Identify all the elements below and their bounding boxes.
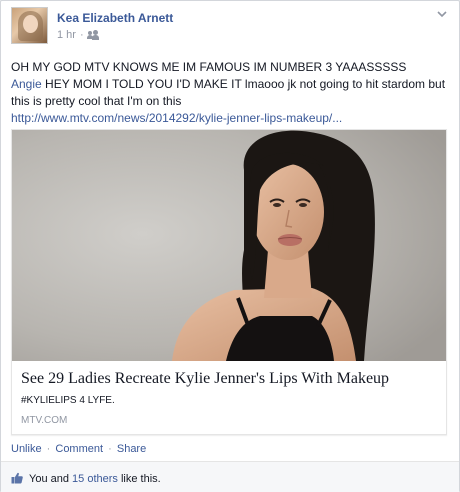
tagged-friend-link[interactable]: Angie bbox=[11, 77, 42, 91]
action-separator: · bbox=[108, 443, 112, 455]
attachment-source: MTV.COM bbox=[21, 415, 68, 426]
post-header: Kea Elizabeth Arnett 1 hr · bbox=[11, 7, 451, 47]
author-avatar[interactable] bbox=[11, 7, 48, 44]
friends-privacy-icon[interactable] bbox=[86, 30, 99, 40]
link-attachment[interactable]: See 29 Ladies Recreate Kylie Jenner's Li… bbox=[11, 129, 447, 435]
likes-prefix: You and bbox=[29, 473, 73, 485]
comment-link[interactable]: Comment bbox=[55, 443, 103, 455]
post-meta: 1 hr · bbox=[57, 29, 99, 41]
likes-summary: You and 15 others like this. bbox=[1, 461, 459, 492]
avatar-face bbox=[23, 15, 38, 33]
shared-link-url[interactable]: http://www.mtv.com/news/2014292/kylie-je… bbox=[11, 111, 342, 125]
author-name[interactable]: Kea Elizabeth Arnett bbox=[57, 11, 173, 25]
chevron-down-icon[interactable] bbox=[435, 7, 449, 21]
likes-suffix: like this. bbox=[117, 473, 161, 485]
meta-separator: · bbox=[79, 29, 84, 41]
news-feed-post: Kea Elizabeth Arnett 1 hr · OH MY GOD MT… bbox=[0, 0, 460, 492]
attachment-description: #KYLIELIPS 4 LYFE. bbox=[21, 395, 115, 406]
woman-portrait-image bbox=[12, 130, 446, 361]
others-likes-link[interactable]: 15 others bbox=[72, 473, 118, 485]
post-actions: Unlike · Comment · Share bbox=[11, 443, 146, 455]
action-separator: · bbox=[46, 443, 51, 455]
post-timestamp[interactable]: 1 hr bbox=[57, 29, 76, 41]
attachment-title[interactable]: See 29 Ladies Recreate Kylie Jenner's Li… bbox=[21, 370, 389, 388]
likes-text: You and 15 others like this. bbox=[29, 473, 161, 485]
share-link[interactable]: Share bbox=[117, 443, 146, 455]
attachment-photo[interactable] bbox=[12, 130, 446, 361]
message-line1: OH MY GOD MTV KNOWS ME IM FAMOUS IM NUMB… bbox=[11, 60, 407, 74]
message-line2: HEY MOM I TOLD YOU I'D MAKE IT lmaooo jk… bbox=[11, 77, 446, 108]
post-message: OH MY GOD MTV KNOWS ME IM FAMOUS IM NUMB… bbox=[11, 59, 451, 127]
thumbs-up-icon bbox=[11, 472, 23, 484]
unlike-link[interactable]: Unlike bbox=[11, 443, 42, 455]
